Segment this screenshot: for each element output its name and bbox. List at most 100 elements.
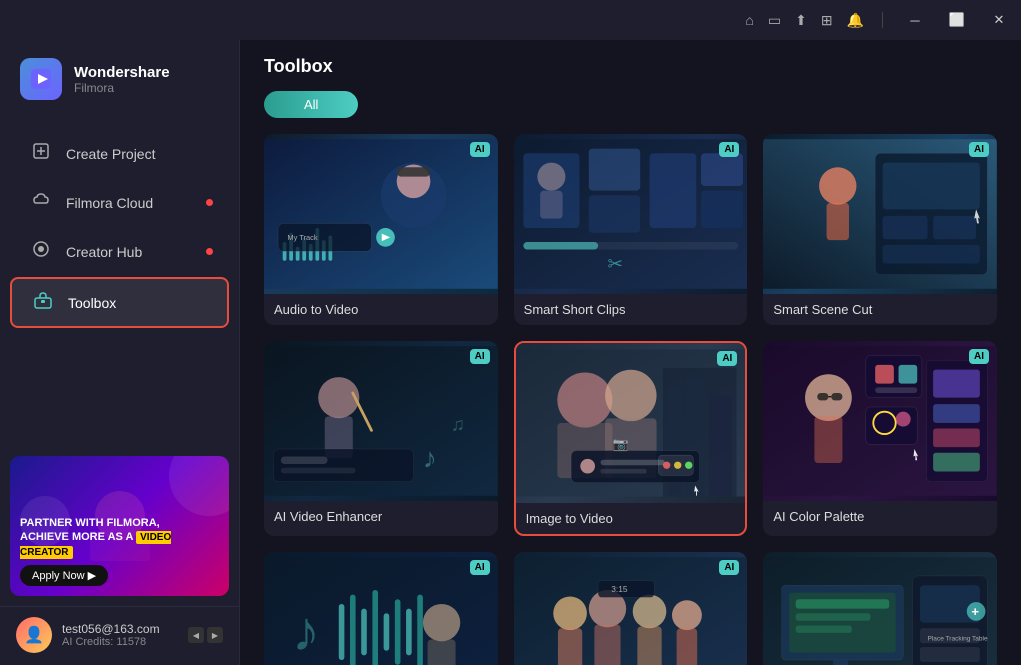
audio-to-video-visual: My Track bbox=[264, 134, 498, 294]
filter-all-tab[interactable]: All bbox=[264, 91, 358, 118]
tool-card-smart-scene-image: AI bbox=[763, 134, 997, 294]
tool-card-image-to-video[interactable]: AI bbox=[514, 341, 748, 536]
logo-text: Wondershare Filmora bbox=[74, 64, 170, 95]
ai-badge-3: AI bbox=[969, 142, 989, 157]
smart-scene-visual bbox=[763, 134, 997, 294]
tool-card-row3-mid-image: AI bbox=[514, 552, 748, 665]
tool-card-smart-short-image: AI bbox=[514, 134, 748, 294]
tool-card-smart-scene-label: Smart Scene Cut bbox=[763, 294, 997, 325]
sidebar-nav: Create Project Filmora Cloud bbox=[0, 118, 239, 446]
row3-left-visual: ♪ bbox=[264, 552, 498, 665]
creator-hub-label: Creator Hub bbox=[66, 244, 142, 260]
toolbox-label: Toolbox bbox=[68, 295, 116, 311]
bell-icon[interactable]: 🔔 bbox=[847, 12, 864, 29]
tool-card-ai-color-palette-label: AI Color Palette bbox=[763, 501, 997, 532]
monitor-icon[interactable]: ▭ bbox=[768, 12, 781, 29]
image-to-video-visual: 📷 bbox=[516, 343, 746, 503]
ai-badge-2: AI bbox=[719, 142, 739, 157]
svg-text:📷: 📷 bbox=[612, 437, 628, 452]
row3-right-visual: Place Tracking Table + bbox=[763, 552, 997, 665]
create-project-icon bbox=[30, 142, 52, 165]
logo-icon bbox=[20, 58, 62, 100]
minimize-button[interactable]: ─ bbox=[901, 6, 929, 34]
tool-card-row3-left[interactable]: AI ♪ bbox=[264, 552, 498, 665]
svg-text:♫: ♫ bbox=[451, 413, 465, 434]
filmora-cloud-label: Filmora Cloud bbox=[66, 195, 153, 211]
banner-line1: PARTNER WITH FILMORA, bbox=[20, 516, 219, 530]
svg-text:♪: ♪ bbox=[292, 600, 320, 663]
sidebar: Wondershare Filmora Create Project bbox=[0, 40, 240, 665]
home-icon[interactable]: ⌂ bbox=[745, 12, 753, 28]
tool-card-ai-color-palette[interactable]: AI bbox=[763, 341, 997, 536]
ai-badge-5: AI bbox=[717, 351, 737, 366]
grid-container: AI bbox=[240, 130, 1021, 665]
filmora-cloud-dot bbox=[206, 199, 213, 206]
content-header: Toolbox bbox=[240, 40, 1021, 87]
tool-card-smart-scene-cut[interactable]: AI bbox=[763, 134, 997, 325]
tool-card-image-to-video-image: AI bbox=[516, 343, 746, 503]
tool-card-row3-right-image: Place Tracking Table + bbox=[763, 552, 997, 665]
svg-text:✂: ✂ bbox=[607, 253, 623, 274]
banner-content: PARTNER WITH FILMORA, ACHIEVE MORE AS A … bbox=[20, 516, 219, 586]
tool-card-audio-to-video-image: AI bbox=[264, 134, 498, 294]
grid-icon[interactable]: ⊞ bbox=[821, 12, 833, 29]
smart-short-visual: ✂ bbox=[514, 134, 748, 294]
tool-card-smart-short-label: Smart Short Clips bbox=[514, 294, 748, 325]
tools-grid: AI bbox=[264, 134, 997, 665]
ai-video-enhancer-visual: ♪ ♫ bbox=[264, 341, 498, 501]
title-bar-icons: ⌂ ▭ ⬆ ⊞ 🔔 ─ ⬜ ✕ bbox=[745, 6, 1013, 34]
banner-line2: ACHIEVE MORE AS A VIDEO CREATOR bbox=[20, 530, 219, 559]
creator-hub-dot bbox=[206, 248, 213, 255]
user-avatar: 👤 bbox=[16, 617, 52, 653]
creator-hub-icon bbox=[30, 240, 52, 263]
separator bbox=[882, 12, 883, 28]
sidebar-banner[interactable]: PARTNER WITH FILMORA, ACHIEVE MORE AS A … bbox=[10, 456, 229, 596]
upload-icon[interactable]: ⬆ bbox=[795, 12, 807, 29]
tool-card-row3-mid[interactable]: AI bbox=[514, 552, 748, 665]
close-button[interactable]: ✕ bbox=[985, 6, 1013, 34]
maximize-button[interactable]: ⬜ bbox=[943, 6, 971, 34]
ai-badge-4: AI bbox=[470, 349, 490, 364]
svg-text:My Track: My Track bbox=[287, 233, 318, 242]
tool-card-ai-video-enhancer[interactable]: AI bbox=[264, 341, 498, 536]
user-credits: AI Credits: 11578 bbox=[62, 636, 178, 648]
row3-mid-visual: 3:15 bbox=[514, 552, 748, 665]
ai-badge-8: AI bbox=[719, 560, 739, 575]
tool-card-ai-video-enhancer-image: AI bbox=[264, 341, 498, 501]
toolbox-icon bbox=[32, 291, 54, 314]
ai-color-palette-visual bbox=[763, 341, 997, 501]
tool-card-audio-to-video[interactable]: AI bbox=[264, 134, 498, 325]
app-body: Wondershare Filmora Create Project bbox=[0, 40, 1021, 665]
sidebar-item-filmora-cloud[interactable]: Filmora Cloud bbox=[10, 179, 229, 226]
svg-text:+: + bbox=[972, 604, 980, 619]
ai-badge-7: AI bbox=[470, 560, 490, 575]
user-prev-button[interactable]: ◀ bbox=[188, 627, 204, 643]
title-bar: ⌂ ▭ ⬆ ⊞ 🔔 ─ ⬜ ✕ bbox=[0, 0, 1021, 40]
create-project-label: Create Project bbox=[66, 146, 155, 162]
filmora-logo-svg bbox=[28, 66, 54, 92]
tool-card-image-to-video-label: Image to Video bbox=[516, 503, 746, 534]
tool-card-audio-to-video-label: Audio to Video bbox=[264, 294, 498, 325]
filmora-cloud-icon bbox=[30, 191, 52, 214]
user-area[interactable]: 👤 test056@163.com AI Credits: 11578 ◀ ▶ bbox=[0, 606, 239, 665]
tool-card-smart-short-clips[interactable]: AI bbox=[514, 134, 748, 325]
user-next-button[interactable]: ▶ bbox=[207, 627, 223, 643]
logo-product: Filmora bbox=[74, 81, 170, 95]
sidebar-item-toolbox[interactable]: Toolbox bbox=[10, 277, 229, 328]
banner-apply-button[interactable]: Apply Now ▶ bbox=[20, 565, 108, 586]
tool-card-ai-video-enhancer-label: AI Video Enhancer bbox=[264, 501, 498, 532]
sidebar-item-create-project[interactable]: Create Project bbox=[10, 130, 229, 177]
user-email: test056@163.com bbox=[62, 622, 178, 636]
user-info: test056@163.com AI Credits: 11578 bbox=[62, 622, 178, 648]
svg-text:3:15: 3:15 bbox=[611, 584, 628, 594]
user-nav-arrows: ◀ ▶ bbox=[188, 627, 223, 643]
tool-card-row3-right[interactable]: Place Tracking Table + bbox=[763, 552, 997, 665]
logo-brand: Wondershare bbox=[74, 64, 170, 81]
filter-bar: All bbox=[240, 87, 1021, 130]
sidebar-item-creator-hub[interactable]: Creator Hub bbox=[10, 228, 229, 275]
ai-badge: AI bbox=[470, 142, 490, 157]
logo-area: Wondershare Filmora bbox=[0, 40, 239, 118]
tool-card-ai-color-palette-image: AI bbox=[763, 341, 997, 501]
svg-text:Place Tracking Table: Place Tracking Table bbox=[928, 635, 989, 642]
tool-card-row3-left-image: AI ♪ bbox=[264, 552, 498, 665]
